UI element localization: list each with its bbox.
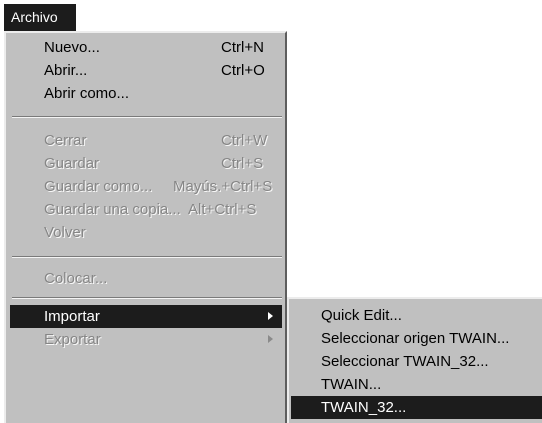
menu-item-guardar-como-label: Guardar como... <box>44 178 153 195</box>
menu-separator <box>12 297 282 299</box>
menu-item-cerrar-shortcut: Ctrl+W <box>221 132 268 149</box>
archivo-dropdown-menu: Nuevo... Ctrl+N Abrir... Ctrl+O Abrir co… <box>4 31 287 423</box>
menu-item-guardar-shortcut: Ctrl+S <box>221 155 264 172</box>
menu-item-importar-label: Importar <box>44 308 100 325</box>
menu-item-cerrar[interactable]: Cerrar Ctrl+W <box>10 129 282 152</box>
menu-item-exportar[interactable]: Exportar <box>10 328 282 351</box>
menu-item-guardar[interactable]: Guardar Ctrl+S <box>10 152 282 175</box>
menu-item-importar[interactable]: Importar <box>10 305 282 328</box>
menu-separator <box>12 116 282 118</box>
menu-item-nuevo-shortcut: Ctrl+N <box>221 39 264 56</box>
submenu-item-label: TWAIN... <box>321 376 382 393</box>
submenu-item-seleccionar-origen-twain[interactable]: Seleccionar origen TWAIN... <box>291 327 542 350</box>
menu-item-guardar-copia-label: Guardar una copia... <box>44 201 181 218</box>
menu-item-guardar-como[interactable]: Guardar como... Mayús.+Ctrl+S <box>10 175 282 198</box>
submenu-item-label: Quick Edit... <box>321 307 402 324</box>
submenu-item-twain[interactable]: TWAIN... <box>291 373 542 396</box>
submenu-item-label: TWAIN_32... <box>321 399 407 416</box>
menu-item-colocar-label: Colocar... <box>44 270 108 287</box>
submenu-item-label: Seleccionar TWAIN_32... <box>321 353 489 370</box>
menu-item-guardar-como-shortcut: Mayús.+Ctrl+S <box>173 178 273 195</box>
menu-item-volver-label: Volver <box>44 224 86 241</box>
menu-separator <box>12 256 282 258</box>
menu-item-abrir-shortcut: Ctrl+O <box>221 62 265 79</box>
menu-item-abrir-como[interactable]: Abrir como... <box>10 82 282 105</box>
submenu-item-quick-edit[interactable]: Quick Edit... <box>291 304 542 327</box>
menu-item-exportar-label: Exportar <box>44 331 101 348</box>
submenu-arrow-icon <box>268 335 273 343</box>
menu-item-nuevo-label: Nuevo... <box>44 39 100 56</box>
menu-item-nuevo[interactable]: Nuevo... Ctrl+N <box>10 36 282 59</box>
menu-item-abrir-como-label: Abrir como... <box>44 85 130 102</box>
menu-item-colocar[interactable]: Colocar... <box>10 267 282 290</box>
submenu-item-twain-32[interactable]: TWAIN_32... <box>291 396 542 419</box>
menu-item-abrir-label: Abrir... <box>44 62 88 79</box>
importar-submenu: Quick Edit... Seleccionar origen TWAIN..… <box>287 297 542 423</box>
menu-archivo-label: Archivo <box>11 9 58 25</box>
menu-item-guardar-copia[interactable]: Guardar una copia... Alt+Ctrl+S <box>10 198 282 221</box>
submenu-arrow-icon <box>268 312 273 320</box>
submenu-item-seleccionar-twain-32[interactable]: Seleccionar TWAIN_32... <box>291 350 542 373</box>
menu-item-guardar-copia-shortcut: Alt+Ctrl+S <box>188 201 257 218</box>
menu-item-cerrar-label: Cerrar <box>44 132 87 149</box>
menu-item-volver[interactable]: Volver <box>10 221 282 244</box>
menu-item-guardar-label: Guardar <box>44 155 100 172</box>
menu-item-abrir[interactable]: Abrir... Ctrl+O <box>10 59 282 82</box>
menu-archivo[interactable]: Archivo <box>4 4 76 31</box>
submenu-item-label: Seleccionar origen TWAIN... <box>321 330 510 347</box>
